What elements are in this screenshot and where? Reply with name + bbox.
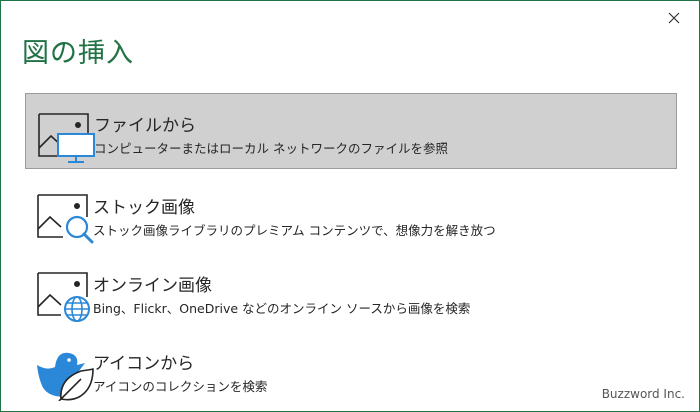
- duck-leaf-icon: [37, 352, 95, 401]
- close-icon: [668, 12, 680, 24]
- watermark: Buzzword Inc.: [601, 387, 685, 401]
- option-description: Bing、Flickr、OneDrive などのオンライン ソースから画像を検索: [93, 301, 471, 316]
- picture-search-icon: [37, 194, 94, 244]
- option-label: アイコンから: [93, 354, 195, 374]
- option-description: コンピューターまたはローカル ネットワークのファイルを参照: [94, 141, 448, 156]
- option-from-file[interactable]: ファイルから コンピューターまたはローカル ネットワークのファイルを参照: [25, 93, 677, 169]
- picture-globe-icon: [37, 272, 90, 322]
- option-from-icons[interactable]: アイコンから アイコンのコレクションを検索: [25, 331, 677, 407]
- option-stock-images[interactable]: ストック画像 ストック画像ライブラリのプレミアム コンテンツで、想像力を解き放つ: [25, 175, 677, 251]
- insert-picture-dialog: 図の挿入 ファイルから コンピューターまたはローカル ネットワークのファイルを参…: [0, 0, 700, 412]
- dialog-title: 図の挿入: [22, 38, 134, 69]
- option-label: ストック画像: [93, 198, 195, 218]
- option-label: オンライン画像: [93, 276, 212, 296]
- close-button[interactable]: [663, 7, 685, 29]
- option-description: ストック画像ライブラリのプレミアム コンテンツで、想像力を解き放つ: [93, 223, 496, 238]
- option-label: ファイルから: [94, 116, 196, 136]
- picture-computer-icon: [38, 113, 95, 163]
- option-description: アイコンのコレクションを検索: [93, 379, 268, 394]
- option-online-images[interactable]: オンライン画像 Bing、Flickr、OneDrive などのオンライン ソー…: [25, 253, 677, 329]
